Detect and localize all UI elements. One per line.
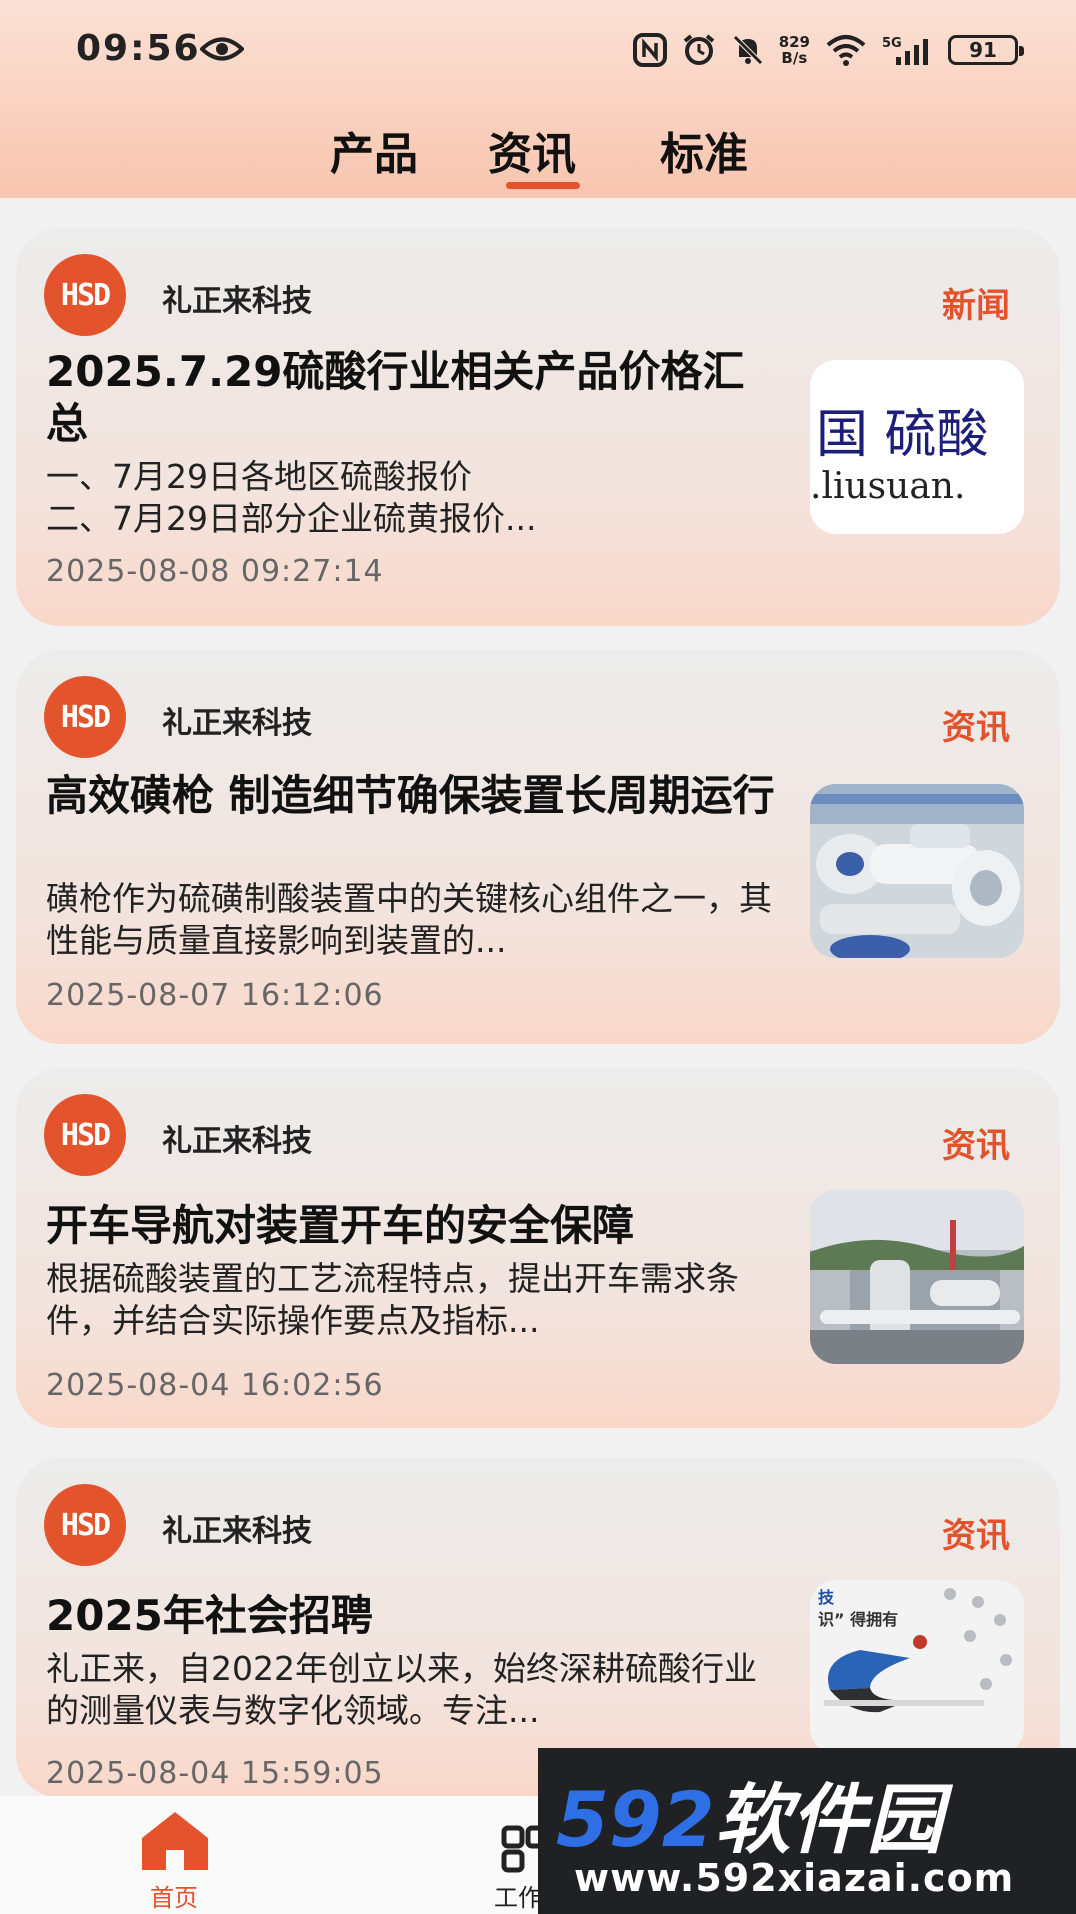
article-title[interactable]: 2025.7.29硫酸行业相关产品价格汇总 xyxy=(46,346,786,450)
company-name: 礼正来科技 xyxy=(162,706,312,741)
home-icon xyxy=(142,1812,208,1870)
category-badge: 资讯 xyxy=(942,708,1010,748)
svg-text:5G: 5G xyxy=(882,36,902,51)
category-badge: 资讯 xyxy=(942,1126,1010,1166)
watermark: 592软件园 www.592xiazai.com xyxy=(538,1748,1076,1914)
wifi-icon xyxy=(826,35,866,66)
net-speed-unit: B/s xyxy=(781,49,808,67)
signal-5g-icon: 5G xyxy=(882,36,928,65)
article-thumbnail[interactable]: 技 识” 得拥有 xyxy=(810,1580,1024,1754)
net-speed-value: 829 xyxy=(778,33,810,51)
article-title[interactable]: 高效磺枪 制造细节确保装置长周期运行 xyxy=(46,770,786,822)
article-date: 2025-08-08 09:27:14 xyxy=(46,554,384,589)
company-logo: HSD xyxy=(44,1484,126,1566)
nav-work-label: 工作 xyxy=(494,1884,542,1912)
article-title[interactable]: 2025年社会招聘 xyxy=(46,1590,786,1642)
category-badge: 资讯 xyxy=(942,1516,1010,1556)
category-badge: 新闻 xyxy=(942,286,1010,326)
alarm-icon xyxy=(683,34,714,65)
tab-standards[interactable]: 标准 xyxy=(660,118,748,182)
nfc-icon xyxy=(632,33,667,67)
article-date: 2025-08-04 15:59:05 xyxy=(46,1756,384,1791)
plant-photo xyxy=(810,1190,1024,1364)
article-summary: 礼正来，自2022年创立以来，始终深耕硫酸行业的测量仪表与数字化领域。专注... xyxy=(46,1649,757,1730)
company-logo: HSD xyxy=(44,676,126,758)
thumbnail-url-text: .liusuan. xyxy=(810,466,966,507)
header: 09:56 829 B/s 5G 91 产品 资讯 标准 xyxy=(0,0,1076,198)
mute-bell-icon xyxy=(732,35,763,65)
article-card[interactable]: HSD 礼正来科技 新闻 2025.7.29硫酸行业相关产品价格汇总 一、7月2… xyxy=(16,228,1060,626)
net-speed: 829 B/s xyxy=(779,34,810,66)
article-title[interactable]: 开车导航对装置开车的安全保障 xyxy=(46,1200,786,1252)
article-summary: 根据硫酸装置的工艺流程特点，提出开车需求条件，并结合实际操作要点及指标... xyxy=(46,1259,739,1340)
tab-products[interactable]: 产品 xyxy=(330,118,418,182)
company-logo: HSD xyxy=(44,1094,126,1176)
battery-icon: 91 xyxy=(948,35,1024,65)
recruit-graphic xyxy=(824,1588,1012,1713)
thumbnail-text: 国 硫酸 xyxy=(816,405,989,465)
watermark-brand-number: 592 xyxy=(556,1775,715,1864)
status-time: 09:56 xyxy=(76,28,201,69)
eye-icon xyxy=(200,37,244,61)
nav-home[interactable]: 首页 xyxy=(120,1810,230,1912)
company-name: 礼正来科技 xyxy=(162,1514,312,1549)
company-name: 礼正来科技 xyxy=(162,1124,312,1159)
tab-news[interactable]: 资讯 xyxy=(488,118,576,182)
article-card[interactable]: HSD 礼正来科技 资讯 开车导航对装置开车的安全保障 根据硫酸装置的工艺流程特… xyxy=(16,1068,1060,1428)
article-thumbnail[interactable]: 国 硫酸 .liusuan. xyxy=(810,360,1024,534)
equipment-photo xyxy=(810,784,1024,958)
article-date: 2025-08-07 16:12:06 xyxy=(46,978,384,1013)
article-date: 2025-08-04 16:02:56 xyxy=(46,1368,384,1403)
company-logo: HSD xyxy=(44,254,126,336)
nav-home-label: 首页 xyxy=(150,1884,198,1912)
article-summary: 一、7月29日各地区硫酸报价 二、7月29日部分企业硫黄报价... xyxy=(46,457,537,538)
company-name: 礼正来科技 xyxy=(162,284,312,319)
watermark-brand-text: 软件园 xyxy=(714,1775,943,1864)
tab-bar: 产品 资讯 标准 xyxy=(0,110,1076,190)
status-bar: 09:56 829 B/s 5G 91 xyxy=(0,0,1076,100)
active-tab-indicator xyxy=(506,182,580,189)
status-icons: 829 B/s 5G 91 xyxy=(632,30,1024,70)
article-card[interactable]: HSD 礼正来科技 资讯 2025年社会招聘 礼正来，自2022年创立以来，始终… xyxy=(16,1458,1060,1798)
watermark-url: www.592xiazai.com xyxy=(574,1856,1015,1900)
app-screen: 09:56 829 B/s 5G 91 产品 资讯 标准 HSD 礼正来科技 新… xyxy=(0,0,1076,1914)
article-summary: 磺枪作为硫磺制酸装置中的关键核心组件之一，其性能与质量直接影响到装置的... xyxy=(46,879,772,960)
article-card[interactable]: HSD 礼正来科技 资讯 高效磺枪 制造细节确保装置长周期运行 磺枪作为硫磺制酸… xyxy=(16,650,1060,1044)
article-thumbnail[interactable] xyxy=(810,1190,1024,1364)
watermark-brand: 592软件园 xyxy=(556,1758,943,1868)
article-thumbnail[interactable] xyxy=(810,784,1024,958)
